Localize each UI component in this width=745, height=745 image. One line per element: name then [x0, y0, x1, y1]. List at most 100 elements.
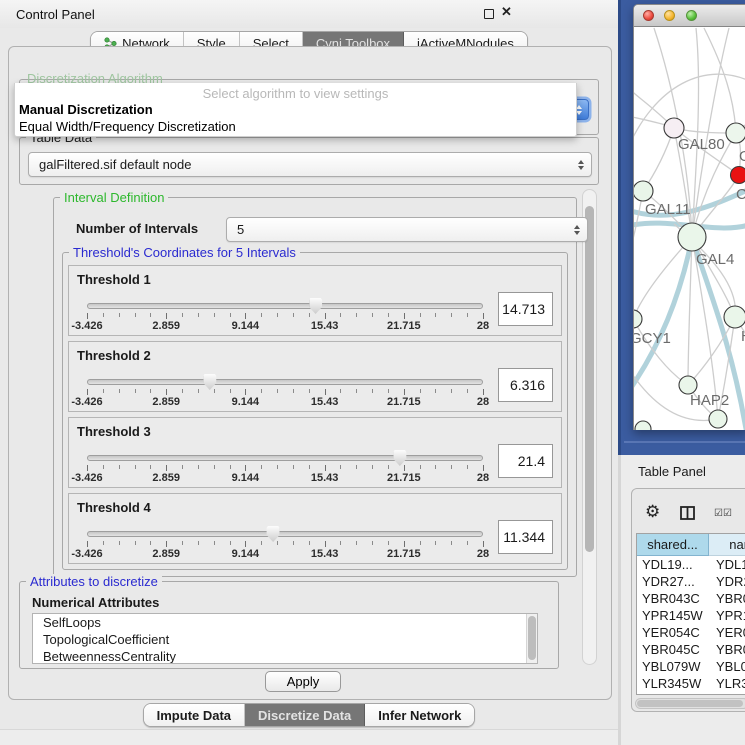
cell-name[interactable]: YIL0	[709, 692, 745, 695]
tick-label: 28	[477, 320, 489, 332]
gear-icon[interactable]: ⚙	[645, 503, 660, 520]
network-node[interactable]	[635, 421, 651, 430]
cell-name[interactable]: YPR1	[709, 607, 745, 624]
attribute-list-item[interactable]: TopologicalCoefficient	[33, 631, 537, 648]
bottom-tab[interactable]: Infer Network	[365, 704, 474, 726]
zoom-traffic-light[interactable]	[686, 10, 697, 21]
tick-label: 15.43	[311, 320, 339, 332]
column-header-name[interactable]: name	[709, 534, 745, 556]
network-node[interactable]	[634, 181, 653, 201]
tick-label: -3.426	[71, 472, 102, 484]
float-icon[interactable]	[484, 9, 494, 19]
number-of-intervals-combo[interactable]: 5	[226, 217, 588, 242]
threshold-value-field[interactable]: 6.316	[498, 368, 553, 402]
cell-name[interactable]: YBL0	[709, 658, 745, 675]
cell-shared-name[interactable]: YPR145W	[637, 607, 709, 624]
columns-icon[interactable]	[680, 506, 695, 523]
tick-label: 15.43	[311, 548, 339, 560]
node-table: shared... name YDL19... YDL1 YDR27... YD…	[636, 533, 745, 695]
tick-mark	[150, 465, 151, 469]
table-row[interactable]: YBR045C YBR0	[637, 641, 745, 658]
scrollbar-thumb[interactable]	[585, 206, 594, 552]
bottom-tab[interactable]: Discretize Data	[245, 704, 365, 726]
slider-track[interactable]	[87, 455, 483, 461]
threshold-value-field[interactable]: 11.344	[498, 520, 553, 554]
threshold-value-field[interactable]: 14.713	[498, 292, 553, 326]
cell-shared-name[interactable]: YBL079W	[637, 658, 709, 675]
algorithm-option[interactable]: Equal Width/Frequency Discretization	[15, 118, 576, 135]
minimize-traffic-light[interactable]	[664, 10, 675, 21]
cell-name[interactable]: YDL1	[709, 556, 745, 573]
network-node-label: G	[739, 148, 745, 165]
slider-track[interactable]	[87, 531, 483, 537]
slider-ticks	[87, 465, 483, 472]
tab-label: Discretize Data	[258, 708, 351, 723]
threshold-slider[interactable]: -3.4262.8599.14415.4321.71528	[87, 300, 483, 334]
threshold-slider[interactable]: -3.4262.8599.14415.4321.71528	[87, 376, 483, 410]
tick-mark	[293, 389, 294, 393]
cell-name[interactable]: YDR2	[709, 573, 745, 590]
cell-shared-name[interactable]: YDL19...	[637, 556, 709, 573]
slider-ticks	[87, 313, 483, 320]
slider-thumb[interactable]	[267, 526, 280, 542]
cell-shared-name[interactable]: YBR045C	[637, 641, 709, 658]
tick-label: 21.715	[387, 472, 421, 484]
apply-button[interactable]: Apply	[265, 671, 341, 692]
list-scrollbar[interactable]	[526, 614, 537, 663]
tick-mark	[309, 313, 310, 317]
cell-shared-name[interactable]: YIL053C	[637, 692, 709, 695]
slider-thumb[interactable]	[393, 450, 406, 466]
cell-shared-name[interactable]: YER054C	[637, 624, 709, 641]
table-horizontal-scrollbar[interactable]	[635, 698, 745, 709]
list-scrollbar-thumb[interactable]	[528, 616, 536, 660]
tick-mark	[404, 465, 405, 471]
cell-shared-name[interactable]: YLR345W	[637, 675, 709, 692]
tick-mark	[103, 541, 104, 545]
close-icon[interactable]: ✕	[501, 4, 512, 20]
network-node[interactable]	[678, 223, 706, 251]
table-row[interactable]: YDR27... YDR2	[637, 573, 745, 590]
panel-vertical-scrollbar[interactable]	[582, 189, 597, 665]
tick-mark	[182, 465, 183, 469]
slider-track[interactable]	[87, 303, 483, 309]
table-row[interactable]: YIL053C YIL0	[637, 692, 745, 695]
cell-name[interactable]: YBR0	[709, 641, 745, 658]
table-row[interactable]: YLR345W YLR3	[637, 675, 745, 692]
attribute-list-item[interactable]: SelfLoops	[33, 614, 537, 631]
table-data-combo[interactable]: galFiltered.sif default node	[28, 152, 592, 177]
cell-name[interactable]: YLR3	[709, 675, 745, 692]
table-row[interactable]: YDL19... YDL1	[637, 556, 745, 573]
table-row[interactable]: YER054C YER0	[637, 624, 745, 641]
table-row[interactable]: YPR145W YPR1	[637, 607, 745, 624]
network-canvas[interactable]: GAL80GCGAL11GAL4GCY1HHAP2	[634, 27, 745, 430]
threshold-value-field[interactable]: 21.4	[498, 444, 553, 478]
close-traffic-light[interactable]	[643, 10, 654, 21]
attribute-list-item[interactable]: BetweennessCentrality	[33, 648, 537, 664]
hscrollbar-thumb[interactable]	[637, 700, 743, 707]
attributes-list[interactable]: SelfLoopsTopologicalCoefficientBetweenne…	[32, 613, 538, 664]
tick-mark	[309, 465, 310, 469]
checkbox-icons[interactable]: ☑☑	[714, 508, 732, 519]
column-header-shared-name[interactable]: shared...	[637, 534, 709, 556]
bottom-tab[interactable]: Impute Data	[144, 704, 245, 726]
slider-thumb[interactable]	[309, 298, 322, 314]
cell-shared-name[interactable]: YBR043C	[637, 590, 709, 607]
threshold-slider[interactable]: -3.4262.8599.14415.4321.71528	[87, 528, 483, 562]
cell-shared-name[interactable]: YDR27...	[637, 573, 709, 590]
control-panel: Control Panel ✕ Network Style Select Cyn…	[0, 0, 618, 745]
network-node[interactable]	[724, 306, 745, 328]
network-node[interactable]	[726, 123, 745, 143]
cell-name[interactable]: YBR0	[709, 590, 745, 607]
slider-track[interactable]	[87, 379, 483, 385]
algorithm-option[interactable]: Manual Discretization	[15, 101, 576, 118]
table-row[interactable]: YBL079W YBL0	[637, 658, 745, 675]
slider-thumb[interactable]	[203, 374, 216, 390]
cell-name[interactable]: YER0	[709, 624, 745, 641]
network-node[interactable]	[709, 410, 727, 428]
threshold-slider[interactable]: -3.4262.8599.14415.4321.71528	[87, 452, 483, 486]
network-node[interactable]	[664, 118, 684, 138]
table-row[interactable]: YBR043C YBR0	[637, 590, 745, 607]
network-node[interactable]	[731, 167, 745, 184]
network-window-titlebar[interactable]	[634, 5, 745, 27]
network-node[interactable]	[634, 310, 642, 328]
